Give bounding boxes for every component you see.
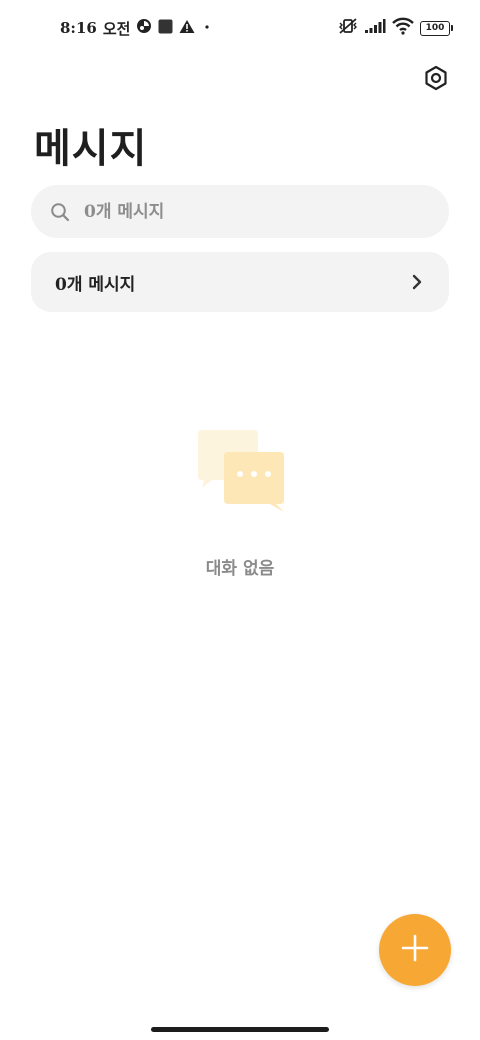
empty-state-text: 대화 없음 bbox=[205, 559, 275, 579]
settings-button[interactable] bbox=[422, 65, 450, 95]
notification-app-icon bbox=[136, 18, 152, 38]
wifi-icon bbox=[392, 17, 414, 39]
search-bar[interactable] bbox=[31, 185, 449, 238]
home-indicator[interactable] bbox=[151, 1027, 329, 1032]
new-message-button[interactable] bbox=[379, 914, 451, 986]
settings-hexagon-icon bbox=[423, 65, 449, 95]
battery-icon: 100 bbox=[420, 20, 453, 36]
message-count-row[interactable]: 0개 메시지 bbox=[31, 252, 449, 312]
chat-bubbles-icon bbox=[194, 430, 286, 514]
status-right: 100 bbox=[338, 16, 453, 40]
dot-icon bbox=[201, 19, 213, 37]
square-app-icon bbox=[158, 19, 173, 38]
chevron-right-icon bbox=[409, 273, 425, 291]
plus-icon bbox=[401, 934, 429, 966]
status-left: 8:16 오전 bbox=[60, 16, 213, 40]
warning-icon bbox=[179, 19, 195, 38]
search-icon bbox=[50, 202, 70, 222]
vibrate-off-icon bbox=[338, 17, 358, 39]
status-ampm: 오전 bbox=[102, 19, 131, 38]
message-count-label: 0개 메시지 bbox=[55, 274, 136, 295]
search-input[interactable] bbox=[82, 200, 406, 223]
page-title: 메시지 bbox=[34, 125, 148, 172]
signal-icon bbox=[364, 18, 386, 38]
status-time: 8:16 bbox=[60, 19, 97, 37]
status-bar: 8:16 오전 100 bbox=[0, 0, 480, 56]
